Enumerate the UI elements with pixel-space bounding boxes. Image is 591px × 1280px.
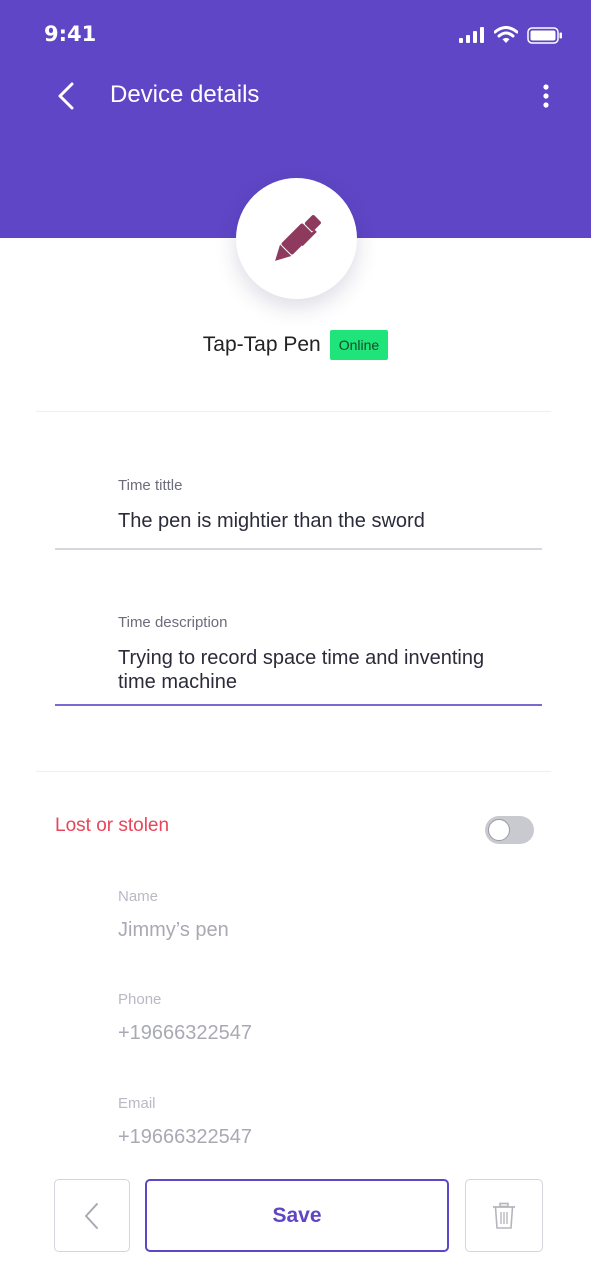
- battery-icon: [527, 26, 562, 44]
- page-title: Device details: [110, 81, 260, 108]
- device-info: Tap-Tap Pen Online: [0, 330, 591, 360]
- name-field[interactable]: Jimmy’s pen: [118, 919, 229, 942]
- time-title-label: Time tittle: [118, 477, 183, 494]
- trash-icon: [493, 1202, 515, 1229]
- time-description-line-2[interactable]: time machine: [118, 670, 237, 694]
- time-description-underline: [55, 704, 542, 706]
- time-description-line-1[interactable]: Trying to record space time and inventin…: [118, 646, 484, 670]
- time-title-underline: [55, 548, 542, 550]
- status-time: 9:41: [44, 22, 97, 46]
- lost-or-stolen-label: Lost or stolen: [55, 815, 170, 836]
- delete-button[interactable]: [465, 1179, 543, 1252]
- email-field[interactable]: +19666322547: [118, 1126, 252, 1149]
- divider: [36, 411, 551, 412]
- back-icon[interactable]: [52, 80, 84, 112]
- device-avatar: [236, 178, 357, 299]
- status-icons: [459, 26, 563, 44]
- chevron-left-icon: [85, 1202, 98, 1229]
- email-label: Email: [118, 1095, 156, 1112]
- lost-or-stolen-toggle[interactable]: [485, 816, 534, 844]
- name-label: Name: [118, 888, 159, 905]
- save-button[interactable]: Save: [145, 1179, 449, 1252]
- pen-icon: [274, 214, 321, 261]
- time-description-label: Time description: [118, 614, 228, 631]
- more-vertical-icon[interactable]: [536, 82, 556, 112]
- phone-field[interactable]: +19666322547: [118, 1022, 252, 1045]
- toggle-knob: [488, 819, 510, 841]
- phone-label: Phone: [118, 991, 162, 1008]
- signal-icon: [459, 27, 484, 43]
- status-badge: Online: [329, 330, 389, 360]
- time-title-input[interactable]: The pen is mightier than the sword: [118, 509, 425, 533]
- wifi-icon: [494, 26, 518, 43]
- back-button[interactable]: [54, 1179, 130, 1252]
- device-name: Tap-Tap Pen: [202, 333, 321, 356]
- divider: [36, 771, 551, 772]
